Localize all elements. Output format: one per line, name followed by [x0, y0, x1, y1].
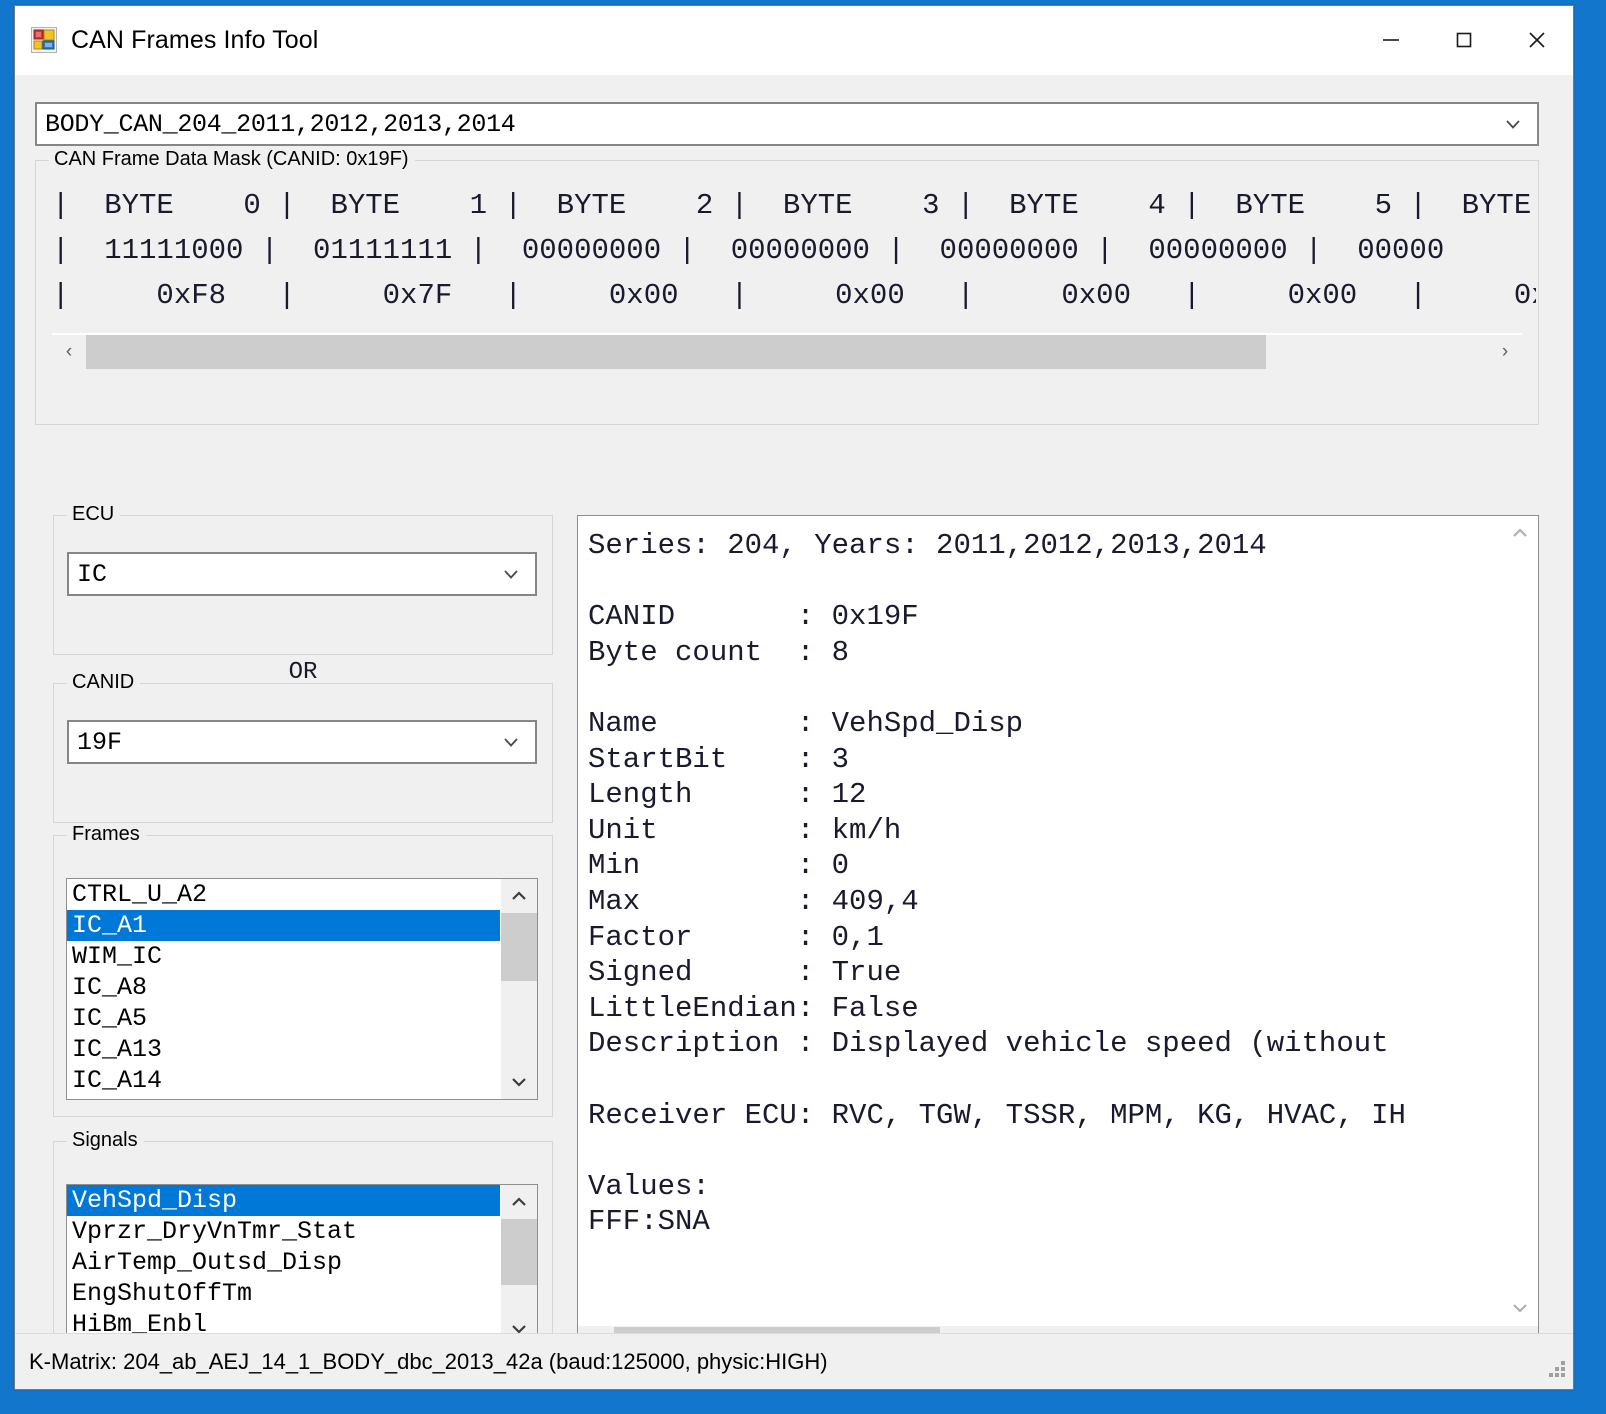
scroll-up-icon[interactable] — [501, 1185, 537, 1219]
status-bar-text: K-Matrix: 204_ab_AEJ_14_1_BODY_dbc_2013_… — [15, 1349, 828, 1375]
canid-group: CANID 19F — [53, 683, 553, 823]
signals-vscrollbar[interactable] — [500, 1185, 537, 1346]
can-frame-data-mask-group: CAN Frame Data Mask (CANID: 0x19F) | BYT… — [35, 160, 1539, 425]
signals-vscroll-thumb[interactable] — [501, 1219, 537, 1285]
ecu-select[interactable]: IC — [67, 552, 537, 596]
scroll-up-icon[interactable] — [1502, 516, 1538, 550]
can-frame-data-mask-label: CAN Frame Data Mask (CANID: 0x19F) — [49, 148, 415, 171]
title-bar[interactable]: CAN Frames Info Tool — [15, 6, 1573, 75]
scroll-right-icon[interactable]: › — [1488, 335, 1522, 369]
signals-item[interactable]: EngShutOffTm — [67, 1278, 500, 1309]
signals-list-items[interactable]: VehSpd_DispVprzr_DryVnTmr_StatAirTemp_Ou… — [67, 1185, 500, 1346]
ecu-group: ECU IC — [53, 515, 553, 655]
signals-item[interactable]: Vprzr_DryVnTmr_Stat — [67, 1216, 500, 1247]
kmatrix-select[interactable]: BODY_CAN_204_2011,2012,2013,2014 — [35, 102, 1539, 146]
data-mask-hscroll-thumb[interactable] — [86, 335, 1266, 369]
data-mask-hscrollbar[interactable]: ‹ › — [52, 333, 1522, 369]
application-window: CAN Frames Info Tool BODY_CAN_204_2011,2… — [14, 5, 1574, 1390]
chevron-down-icon[interactable] — [501, 732, 521, 752]
signals-group: Signals VehSpd_DispVprzr_DryVnTmr_StatAi… — [53, 1141, 553, 1361]
data-mask-hscroll-track[interactable] — [86, 335, 1488, 369]
ecu-group-label: ECU — [67, 503, 120, 526]
frames-item[interactable]: CTRL_U_A2 — [67, 879, 500, 910]
frames-item[interactable]: IC_A5 — [67, 1003, 500, 1034]
client-area: BODY_CAN_204_2011,2012,2013,2014 CAN Fra… — [15, 75, 1573, 1333]
frames-item[interactable]: IC_A14 — [67, 1065, 500, 1096]
frames-vscroll-thumb[interactable] — [501, 913, 537, 981]
frames-item[interactable]: IC_A1 — [67, 910, 500, 941]
frames-listbox[interactable]: CTRL_U_A2IC_A1WIM_ICIC_A8IC_A5IC_A13IC_A… — [66, 878, 538, 1100]
app-form-icon — [31, 27, 57, 53]
signal-detail-panel[interactable]: Series: 204, Years: 2011,2012,2013,2014 … — [577, 515, 1539, 1363]
signals-item[interactable]: VehSpd_Disp — [67, 1185, 500, 1216]
signals-group-label: Signals — [67, 1129, 144, 1152]
data-mask-text: | BYTE 0 | BYTE 1 | BYTE 2 | BYTE 3 | BY… — [52, 183, 1536, 318]
canid-select-value: 19F — [69, 728, 122, 757]
chevron-down-icon[interactable] — [501, 564, 521, 584]
window-controls — [1354, 6, 1573, 74]
scroll-up-icon[interactable] — [501, 879, 537, 913]
maximize-button[interactable] — [1427, 6, 1500, 74]
resize-grip[interactable] — [1543, 1361, 1565, 1383]
window-title: CAN Frames Info Tool — [71, 26, 318, 55]
frames-list-items[interactable]: CTRL_U_A2IC_A1WIM_ICIC_A8IC_A5IC_A13IC_A… — [67, 879, 500, 1099]
frames-item[interactable]: IC_A13 — [67, 1034, 500, 1065]
minimize-button[interactable] — [1354, 6, 1427, 74]
canid-select[interactable]: 19F — [67, 720, 537, 764]
scroll-down-icon[interactable] — [1502, 1291, 1538, 1325]
frames-group: Frames CTRL_U_A2IC_A1WIM_ICIC_A8IC_A5IC_… — [53, 835, 553, 1117]
frames-group-label: Frames — [67, 823, 146, 846]
detail-vscrollbar[interactable] — [1502, 516, 1538, 1325]
canid-group-label: CANID — [67, 671, 140, 694]
frames-item[interactable]: IC_A8 — [67, 972, 500, 1003]
scroll-left-icon[interactable]: ‹ — [52, 335, 86, 369]
close-button[interactable] — [1500, 6, 1573, 74]
kmatrix-select-value: BODY_CAN_204_2011,2012,2013,2014 — [37, 110, 515, 139]
signal-detail-row: Series: 204, Years: 2011,2012,2013,2014 … — [578, 516, 1538, 1325]
frames-item[interactable]: WIM_IC — [67, 941, 500, 972]
ecu-select-value: IC — [69, 560, 107, 589]
chevron-down-icon[interactable] — [1503, 114, 1523, 134]
frames-vscrollbar[interactable] — [500, 879, 537, 1099]
signal-detail-text: Series: 204, Years: 2011,2012,2013,2014 … — [578, 516, 1502, 1325]
signals-listbox[interactable]: VehSpd_DispVprzr_DryVnTmr_StatAirTemp_Ou… — [66, 1184, 538, 1347]
signals-item[interactable]: AirTemp_Outsd_Disp — [67, 1247, 500, 1278]
scroll-down-icon[interactable] — [501, 1065, 537, 1099]
status-bar: K-Matrix: 204_ab_AEJ_14_1_BODY_dbc_2013_… — [15, 1333, 1573, 1389]
